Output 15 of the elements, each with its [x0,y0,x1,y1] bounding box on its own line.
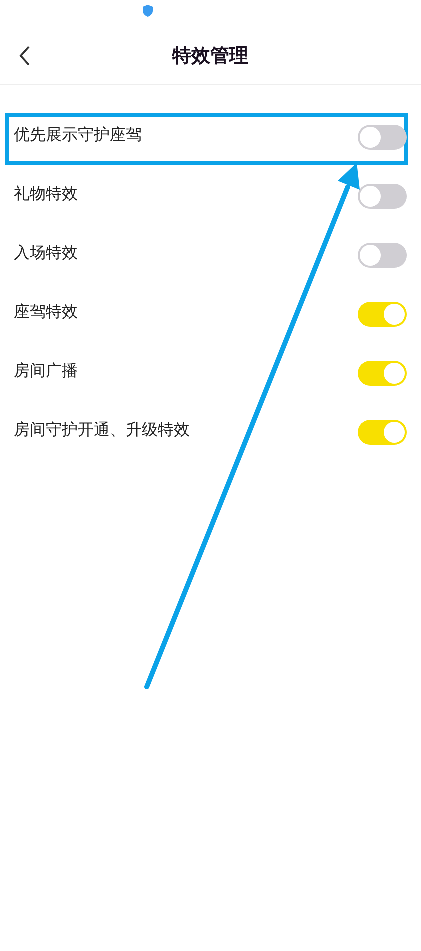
shield-icon [142,5,152,17]
toggle-switch[interactable] [358,302,407,327]
page-title: 特效管理 [171,44,250,69]
setting-label: 优先展示守护座驾 [14,125,142,146]
setting-label: 座驾特效 [14,302,78,323]
toggle-switch[interactable] [358,184,407,209]
setting-label: 房间广播 [14,361,78,382]
toggle-switch[interactable] [358,243,407,268]
toggle-switch[interactable] [358,420,407,445]
toggle-switch[interactable] [358,361,407,386]
setting-label: 房间守护开通、升级特效 [14,420,190,441]
setting-label: 入场特效 [14,243,78,264]
setting-label: 礼物特效 [14,184,78,205]
toggle-switch[interactable] [358,125,407,150]
back-icon [19,46,31,66]
